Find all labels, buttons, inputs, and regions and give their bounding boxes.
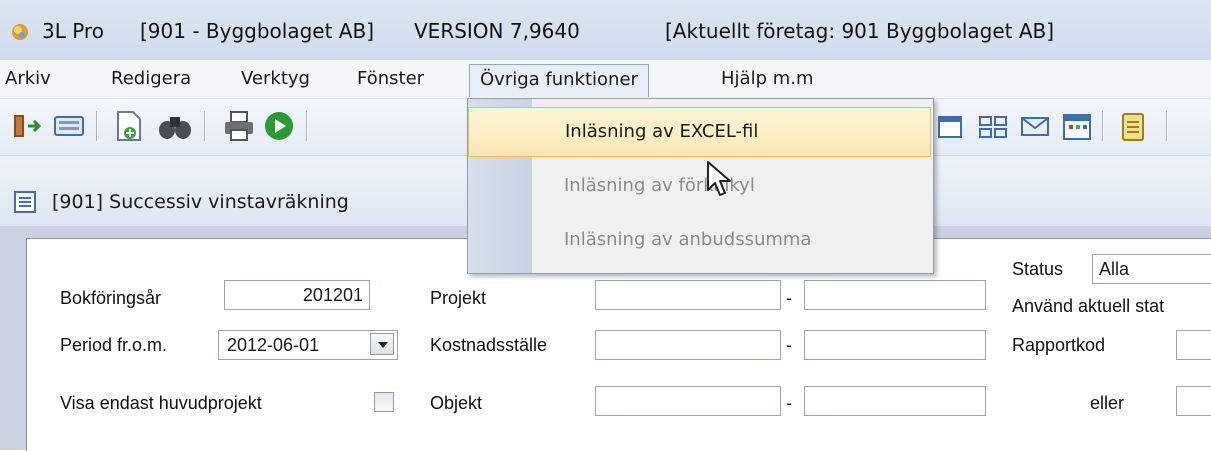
mouse-cursor-icon xyxy=(707,161,731,196)
status-select[interactable]: Alla xyxy=(1092,254,1211,284)
exit-icon[interactable] xyxy=(10,109,46,143)
objekt-to-input[interactable] xyxy=(804,386,986,416)
grid-icon[interactable] xyxy=(976,109,1010,143)
projekt-dash: - xyxy=(786,288,792,308)
app-logo-icon xyxy=(12,24,28,40)
period-dropdown-button[interactable] xyxy=(370,333,394,355)
keyboard-icon[interactable] xyxy=(52,109,86,143)
period-label: Period fr.o.m. xyxy=(60,335,168,355)
kostnadsstalle-from-input[interactable] xyxy=(595,330,781,360)
visa-huvudprojekt-checkbox[interactable] xyxy=(374,392,394,412)
bokforingsar-label: Bokföringsår xyxy=(60,288,162,308)
current-company: [Aktuellt företag: 901 Byggbolaget AB] xyxy=(665,19,1055,43)
menu-item-inlasning-anbudssumma[interactable]: Inläsning av anbudssumma xyxy=(468,215,931,265)
toolbar-separator xyxy=(306,111,307,141)
menu-hjalp[interactable]: Hjälp m.m xyxy=(718,66,817,92)
company-bracket: [901 - Byggbolaget AB] xyxy=(140,19,375,43)
objekt-from-input[interactable] xyxy=(595,386,781,416)
menu-verktyg[interactable]: Verktyg xyxy=(238,66,313,92)
anvand-aktuell-label: Använd aktuell stat xyxy=(1012,296,1165,316)
projekt-to-input[interactable] xyxy=(804,280,986,310)
menu-item-inlasning-excel[interactable]: Inläsning av EXCEL-fil xyxy=(468,107,931,157)
toolbar-separator xyxy=(96,111,97,141)
kostnadsstalle-to-input[interactable] xyxy=(804,330,986,360)
mail-icon[interactable] xyxy=(1018,109,1052,143)
play-icon[interactable] xyxy=(262,109,296,143)
new-document-icon[interactable] xyxy=(112,109,146,143)
rapportkod-input[interactable] xyxy=(1176,330,1211,360)
objekt-label: Objekt xyxy=(430,393,483,413)
child-window-title: [901] Successiv vinstavräkning xyxy=(52,191,349,213)
menu-bar: Arkiv Redigera Verktyg Fönster Övriga fu… xyxy=(0,60,1211,99)
toolbar-separator xyxy=(1166,111,1167,141)
app-name: 3L Pro xyxy=(42,19,104,43)
ovriga-funktioner-dropdown: Inläsning av EXCEL-fil Inläsning av förk… xyxy=(467,98,934,274)
rapportkod-label: Rapportkod xyxy=(1012,335,1106,355)
kostnadsstalle-label: Kostnadsställe xyxy=(430,335,548,355)
menu-fonster[interactable]: Fönster xyxy=(354,66,427,92)
projekt-label: Projekt xyxy=(430,288,487,308)
kostnadsstalle-dash: - xyxy=(786,335,792,355)
binoculars-icon[interactable] xyxy=(156,109,194,143)
bokforingsar-input[interactable]: 201201 xyxy=(224,280,370,310)
toolbar-separator xyxy=(1102,111,1103,141)
eller-input[interactable] xyxy=(1176,386,1211,416)
version-label: VERSION 7,9640 xyxy=(414,19,580,43)
visa-huvudprojekt-label: Visa endast huvudprojekt xyxy=(60,393,262,413)
toolbar-separator xyxy=(204,111,205,141)
menu-redigera[interactable]: Redigera xyxy=(108,66,194,92)
window-icon[interactable] xyxy=(936,109,966,143)
eller-label: eller xyxy=(1090,393,1125,413)
notepad-icon[interactable] xyxy=(1118,109,1148,143)
projekt-from-input[interactable] xyxy=(595,280,781,310)
menu-ovriga-funktioner[interactable]: Övriga funktioner xyxy=(469,64,649,97)
menu-arkiv[interactable]: Arkiv xyxy=(2,66,54,92)
form-icon xyxy=(14,191,36,213)
calendar-icon[interactable] xyxy=(1060,109,1094,143)
objekt-dash: - xyxy=(786,393,792,413)
printer-icon[interactable] xyxy=(222,109,256,143)
menu-item-inlasning-forkalkyl[interactable]: Inläsning av förkalkyl xyxy=(468,161,931,211)
status-label: Status xyxy=(1012,259,1064,279)
title-bar: 3L Pro [901 - Byggbolaget AB] VERSION 7,… xyxy=(0,0,1211,61)
